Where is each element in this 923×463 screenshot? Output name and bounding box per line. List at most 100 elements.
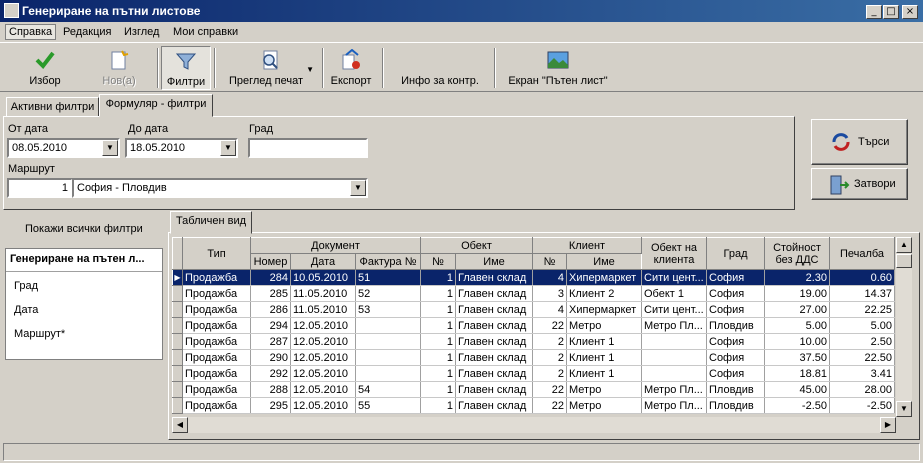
grid-cell[interactable]: 22	[532, 397, 567, 414]
grid-cell[interactable]: Главен склад	[455, 365, 533, 382]
chevron-down-icon[interactable]: ▼	[350, 180, 366, 196]
grid-cell[interactable]: Метро	[566, 381, 642, 398]
grid-cell[interactable]: София	[706, 333, 765, 350]
grid-cell[interactable]: 18.81	[764, 365, 830, 382]
grid-cell[interactable]: 55	[355, 397, 421, 414]
grid-cell[interactable]: 1	[420, 285, 456, 302]
table-row[interactable]: Продажба 285 11.05.2010 52 1 Главен склад 3 Кли…	[172, 285, 895, 302]
header-object-name[interactable]: Име	[455, 253, 533, 270]
header-date[interactable]: Дата	[290, 253, 356, 270]
row-indicator[interactable]	[172, 397, 183, 414]
filter-item-city[interactable]: Град	[14, 280, 38, 292]
menu-view[interactable]: Изглед	[121, 25, 162, 39]
header-client-no[interactable]: №	[532, 253, 567, 270]
header-object-no[interactable]: №	[420, 253, 456, 270]
tab-form-filters[interactable]: Формуляр - филтри	[99, 94, 213, 117]
grid-cell[interactable]: Главен склад	[455, 397, 533, 414]
grid-cell[interactable]: 5.00	[764, 317, 830, 334]
scroll-up-icon[interactable]: ▲	[896, 237, 912, 253]
row-indicator[interactable]	[172, 365, 183, 382]
grid-cell[interactable]: 1	[420, 397, 456, 414]
grid-cell[interactable]: 51	[355, 269, 421, 286]
table-row[interactable]: Продажба 295 12.05.2010 55 1 Главен склад 22 Ме…	[172, 397, 895, 414]
grid-cell[interactable]: 12.05.2010	[290, 381, 356, 398]
header-client-name[interactable]: Име	[566, 253, 642, 270]
city-field[interactable]	[248, 138, 368, 158]
grid-cell[interactable]: 2.50	[829, 333, 895, 350]
grid-cell[interactable]: 2	[532, 365, 567, 382]
row-indicator[interactable]	[172, 317, 183, 334]
grid-cell[interactable]: 27.00	[764, 301, 830, 318]
grid-cell[interactable]	[355, 333, 421, 350]
header-city[interactable]: Град	[706, 237, 765, 270]
grid-cell[interactable]: Клиент 1	[566, 333, 642, 350]
tab-active-filters[interactable]: Активни филтри	[6, 97, 99, 117]
grid-cell[interactable]: Продажба	[182, 365, 251, 382]
grid-cell[interactable]: -2.50	[829, 397, 895, 414]
grid-cell[interactable]: Сити цент...	[641, 301, 707, 318]
chevron-down-icon[interactable]: ▼	[102, 140, 118, 156]
grid-cell[interactable]: Продажба	[182, 269, 251, 286]
grid-cell[interactable]	[641, 365, 707, 382]
grid-cell[interactable]: 11.05.2010	[290, 285, 356, 302]
grid-cell[interactable]: 45.00	[764, 381, 830, 398]
header-client-object[interactable]: Обект на клиента	[641, 237, 707, 270]
grid-cell[interactable]: Пловдив	[706, 397, 765, 414]
grid-cell[interactable]: 290	[250, 349, 291, 366]
grid-cell[interactable]: 10.00	[764, 333, 830, 350]
menu-edit[interactable]: Редакция	[60, 25, 114, 39]
close-window-button[interactable]: ×	[902, 5, 918, 19]
grid-cell[interactable]: Главен склад	[455, 301, 533, 318]
menu-my-reports[interactable]: Мои справки	[170, 25, 241, 39]
grid-cell[interactable]: Продажба	[182, 317, 251, 334]
new-button[interactable]: Нов(а)	[84, 46, 154, 90]
vertical-scrollbar[interactable]: ▲ ▼	[896, 237, 912, 417]
header-number[interactable]: Номер	[250, 253, 291, 270]
grid-cell[interactable]: 28.00	[829, 381, 895, 398]
to-date-field[interactable]: 18.05.2010 ▼	[125, 138, 238, 158]
grid-cell[interactable]	[355, 317, 421, 334]
grid-cell[interactable]: Продажба	[182, 285, 251, 302]
grid-cell[interactable]	[355, 365, 421, 382]
grid-cell[interactable]: 287	[250, 333, 291, 350]
header-invoice[interactable]: Фактура №	[355, 253, 421, 270]
grid-cell[interactable]: Продажба	[182, 333, 251, 350]
dropdown-arrow-icon[interactable]: ▼	[306, 65, 314, 74]
table-row[interactable]: Продажба 290 12.05.2010 1 Главен склад 2 Клиен…	[172, 349, 895, 366]
row-indicator[interactable]	[172, 301, 183, 318]
grid-cell[interactable]: 53	[355, 301, 421, 318]
route-number-field[interactable]: 1	[7, 178, 73, 198]
grid-cell[interactable]: 2	[532, 349, 567, 366]
show-all-filters-link[interactable]: Покажи всички филтри	[25, 223, 143, 235]
chevron-down-icon[interactable]: ▼	[220, 140, 236, 156]
grid-cell[interactable]: Продажба	[182, 349, 251, 366]
filter-item-route[interactable]: Маршрут*	[14, 328, 65, 340]
grid-cell[interactable]	[641, 349, 707, 366]
maximize-button[interactable]: □	[883, 5, 899, 19]
grid-cell[interactable]: София	[706, 365, 765, 382]
grid-cell[interactable]: 292	[250, 365, 291, 382]
close-button[interactable]: Затвори	[811, 168, 908, 200]
row-indicator[interactable]	[172, 285, 183, 302]
table-row[interactable]: Продажба 287 12.05.2010 1 Главен склад 2 Клиен…	[172, 333, 895, 350]
grid-cell[interactable]: Метро Пл...	[641, 317, 707, 334]
grid-cell[interactable]: Главен склад	[455, 317, 533, 334]
grid-cell[interactable]: 2.30	[764, 269, 830, 286]
grid-cell[interactable]: 1	[420, 381, 456, 398]
grid-cell[interactable]: 3	[532, 285, 567, 302]
grid-cell[interactable]: Метро	[566, 397, 642, 414]
grid-cell[interactable]: -2.50	[764, 397, 830, 414]
grid-cell[interactable]: 1	[420, 365, 456, 382]
grid-cell[interactable]: 11.05.2010	[290, 301, 356, 318]
grid-cell[interactable]: Главен склад	[455, 381, 533, 398]
grid-cell[interactable]: 54	[355, 381, 421, 398]
minimize-button[interactable]: _	[866, 5, 882, 19]
grid-cell[interactable]: Клиент 1	[566, 365, 642, 382]
row-indicator[interactable]	[172, 333, 183, 350]
grid-cell[interactable]	[355, 349, 421, 366]
grid-cell[interactable]: Метро Пл...	[641, 381, 707, 398]
filters-button[interactable]: Филтри	[161, 46, 211, 90]
grid-cell[interactable]: Клиент 2	[566, 285, 642, 302]
grid-cell[interactable]: 4	[532, 301, 567, 318]
grid-cell[interactable]: 5.00	[829, 317, 895, 334]
